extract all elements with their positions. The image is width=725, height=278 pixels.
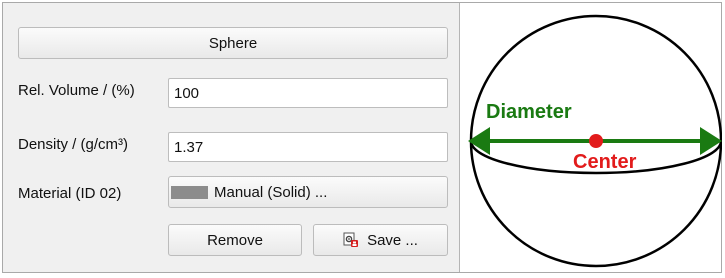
remove-button-label: Remove bbox=[207, 231, 263, 249]
diameter-label: Diameter bbox=[486, 101, 572, 123]
material-label: Material (ID 02) bbox=[18, 185, 122, 202]
center-label: Center bbox=[573, 151, 637, 173]
density-label: Density / (g/cm³) bbox=[18, 136, 129, 153]
density-input[interactable] bbox=[168, 132, 448, 162]
rel-volume-input[interactable] bbox=[168, 78, 448, 108]
material-select-button[interactable]: Manual (Solid) ... bbox=[168, 176, 448, 208]
shape-sphere-button[interactable]: Sphere bbox=[18, 27, 448, 59]
sphere-diagram: Diameter Center bbox=[468, 14, 722, 268]
settings-form: Sphere Rel. Volume / (%) Density / (g/cm… bbox=[3, 3, 460, 272]
save-gear-icon bbox=[343, 232, 359, 247]
diameter-arrow-right-icon bbox=[700, 127, 722, 155]
save-button-label: Save ... bbox=[367, 231, 418, 249]
material-color-swatch bbox=[171, 185, 208, 199]
rel-volume-label: Rel. Volume / (%) bbox=[18, 82, 135, 99]
material-button-label: Manual (Solid) ... bbox=[214, 183, 328, 201]
remove-button[interactable]: Remove bbox=[168, 224, 302, 256]
shape-sphere-label: Sphere bbox=[208, 34, 258, 52]
center-point bbox=[589, 134, 603, 148]
save-button[interactable]: Save ... bbox=[313, 224, 448, 256]
